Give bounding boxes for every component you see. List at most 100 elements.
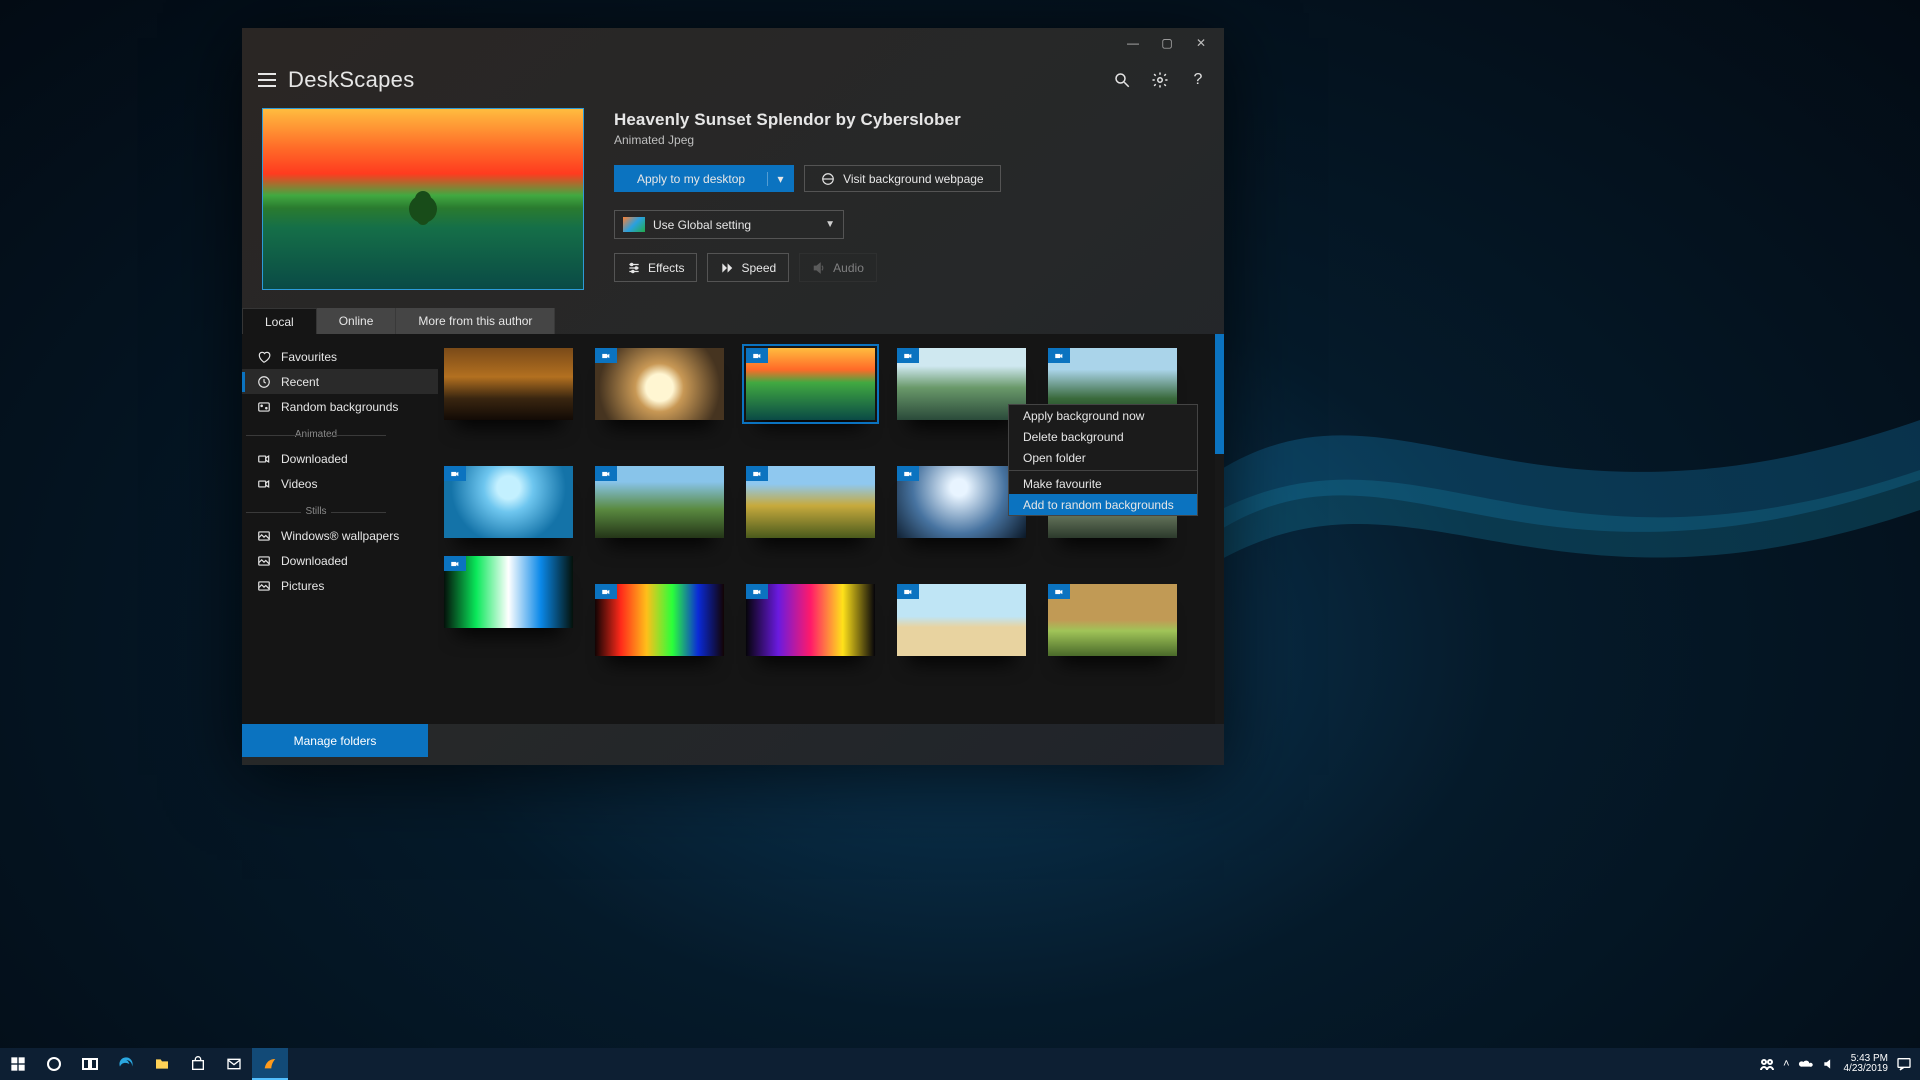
video-badge-icon bbox=[746, 584, 768, 599]
clock-icon bbox=[256, 374, 272, 390]
deskscapes-window: — ▢ ✕ DeskScapes ? Heavenly Sunset Splen… bbox=[242, 28, 1224, 765]
scrollbar[interactable] bbox=[1215, 334, 1224, 724]
apply-to-desktop-button[interactable]: Apply to my desktop ▾ bbox=[614, 165, 794, 192]
thumbnail[interactable] bbox=[897, 466, 1026, 538]
ctx-open-folder[interactable]: Open folder bbox=[1009, 447, 1197, 468]
video-badge-icon bbox=[595, 348, 617, 363]
video-badge-icon bbox=[595, 584, 617, 599]
app-header: DeskScapes ? bbox=[242, 58, 1224, 102]
video-camera-icon bbox=[256, 476, 272, 492]
sidebar-item-random[interactable]: Random backgrounds bbox=[254, 394, 438, 419]
sidebar-separator-animated: Animated bbox=[254, 429, 378, 440]
fast-forward-icon bbox=[720, 261, 734, 275]
help-icon[interactable]: ? bbox=[1188, 70, 1208, 90]
thumbnail-grid: Apply background now Delete background O… bbox=[438, 334, 1224, 724]
context-menu: Apply background now Delete background O… bbox=[1008, 404, 1198, 516]
video-badge-icon bbox=[746, 348, 768, 363]
tab-online[interactable]: Online bbox=[317, 308, 397, 334]
apply-dropdown-arrow[interactable]: ▾ bbox=[767, 172, 793, 186]
maximize-button[interactable]: ▢ bbox=[1150, 31, 1184, 55]
thumbnail[interactable] bbox=[746, 584, 875, 656]
desktop-wave bbox=[1220, 300, 1920, 700]
deskscapes-task-icon[interactable] bbox=[252, 1048, 288, 1080]
thumbnail[interactable] bbox=[1048, 584, 1177, 656]
window-titlebar: — ▢ ✕ bbox=[242, 28, 1224, 58]
tab-local[interactable]: Local bbox=[242, 308, 317, 334]
heart-icon bbox=[256, 349, 272, 365]
wallpaper-preview bbox=[262, 108, 584, 290]
sidebar-item-downloaded-stills[interactable]: Downloaded bbox=[254, 548, 438, 573]
task-view-icon[interactable] bbox=[72, 1048, 108, 1080]
ctx-apply-now[interactable]: Apply background now bbox=[1009, 405, 1197, 426]
global-setting-dropdown[interactable]: Use Global setting ▼ bbox=[614, 210, 844, 239]
shuffle-icon bbox=[256, 399, 272, 415]
thumbnail[interactable] bbox=[444, 556, 573, 628]
video-badge-icon bbox=[444, 466, 466, 481]
thumbnail[interactable] bbox=[746, 466, 875, 538]
thumbnail[interactable] bbox=[595, 466, 724, 538]
cortana-icon[interactable] bbox=[36, 1048, 72, 1080]
wallpaper-title: Heavenly Sunset Splendor by Cyberslober bbox=[614, 110, 1204, 130]
people-icon[interactable] bbox=[1759, 1056, 1775, 1072]
onedrive-icon[interactable] bbox=[1798, 1058, 1814, 1070]
audio-icon bbox=[812, 261, 826, 275]
wallpaper-detail-pane: Heavenly Sunset Splendor by Cyberslober … bbox=[242, 102, 1224, 308]
app-title: DeskScapes bbox=[288, 67, 415, 93]
video-badge-icon bbox=[1048, 584, 1070, 599]
visit-webpage-button[interactable]: Visit background webpage bbox=[804, 165, 1001, 192]
global-setting-swatch-icon bbox=[623, 217, 645, 232]
ctx-separator bbox=[1009, 470, 1197, 471]
gear-icon[interactable] bbox=[1150, 70, 1170, 90]
thumbnail[interactable] bbox=[444, 466, 573, 538]
sidebar-item-windows-wallpapers[interactable]: Windows® wallpapers bbox=[254, 523, 438, 548]
scrollbar-thumb[interactable] bbox=[1215, 334, 1224, 454]
minimize-button[interactable]: — bbox=[1116, 31, 1150, 55]
hamburger-menu-button[interactable] bbox=[252, 65, 282, 95]
effects-button[interactable]: Effects bbox=[614, 253, 697, 282]
store-icon[interactable] bbox=[180, 1048, 216, 1080]
ctx-add-random[interactable]: Add to random backgrounds bbox=[1009, 494, 1197, 515]
manage-folders-button[interactable]: Manage folders bbox=[242, 724, 428, 757]
thumbnail[interactable] bbox=[444, 348, 573, 420]
video-badge-icon bbox=[1048, 348, 1070, 363]
start-button[interactable] bbox=[0, 1048, 36, 1080]
video-badge-icon bbox=[897, 584, 919, 599]
image-icon bbox=[256, 528, 272, 544]
thumbnail[interactable] bbox=[897, 348, 1026, 420]
taskbar-clock[interactable]: 5:43 PM 4/23/2019 bbox=[1844, 1054, 1889, 1075]
speed-button[interactable]: Speed bbox=[707, 253, 789, 282]
sidebar-item-downloaded[interactable]: Downloaded bbox=[254, 446, 438, 471]
volume-icon[interactable] bbox=[1822, 1057, 1836, 1071]
sidebar-item-pictures[interactable]: Pictures bbox=[254, 573, 438, 598]
sidebar-item-videos[interactable]: Videos bbox=[254, 471, 438, 496]
ctx-delete[interactable]: Delete background bbox=[1009, 426, 1197, 447]
image-icon bbox=[256, 553, 272, 569]
sidebar-item-recent[interactable]: Recent bbox=[242, 369, 438, 394]
file-explorer-icon[interactable] bbox=[144, 1048, 180, 1080]
mail-icon[interactable] bbox=[216, 1048, 252, 1080]
edge-icon[interactable] bbox=[108, 1048, 144, 1080]
thumbnail[interactable] bbox=[595, 584, 724, 656]
video-badge-icon bbox=[897, 466, 919, 481]
tray-chevron-up-icon[interactable]: ˄ bbox=[1783, 1058, 1789, 1070]
video-camera-icon bbox=[256, 451, 272, 467]
sidebar-item-favourites[interactable]: Favourites bbox=[254, 344, 438, 369]
thumbnail-selected[interactable] bbox=[746, 348, 875, 420]
video-badge-icon bbox=[444, 556, 466, 571]
browser-tabs: Local Online More from this author bbox=[242, 308, 1224, 334]
video-badge-icon bbox=[746, 466, 768, 481]
action-center-icon[interactable] bbox=[1896, 1056, 1912, 1072]
ctx-make-favourite[interactable]: Make favourite bbox=[1009, 473, 1197, 494]
thumbnail[interactable] bbox=[595, 348, 724, 420]
audio-button: Audio bbox=[799, 253, 877, 282]
video-badge-icon bbox=[897, 348, 919, 363]
close-button[interactable]: ✕ bbox=[1184, 31, 1218, 55]
video-badge-icon bbox=[595, 466, 617, 481]
sidebar: Favourites Recent Random backgrounds Ani… bbox=[242, 334, 438, 724]
search-icon[interactable] bbox=[1112, 70, 1132, 90]
wallpaper-browser: Favourites Recent Random backgrounds Ani… bbox=[242, 334, 1224, 724]
globe-icon bbox=[821, 172, 835, 186]
wallpaper-subtitle: Animated Jpeg bbox=[614, 133, 1204, 147]
thumbnail[interactable] bbox=[897, 584, 1026, 656]
tab-more[interactable]: More from this author bbox=[396, 308, 555, 334]
